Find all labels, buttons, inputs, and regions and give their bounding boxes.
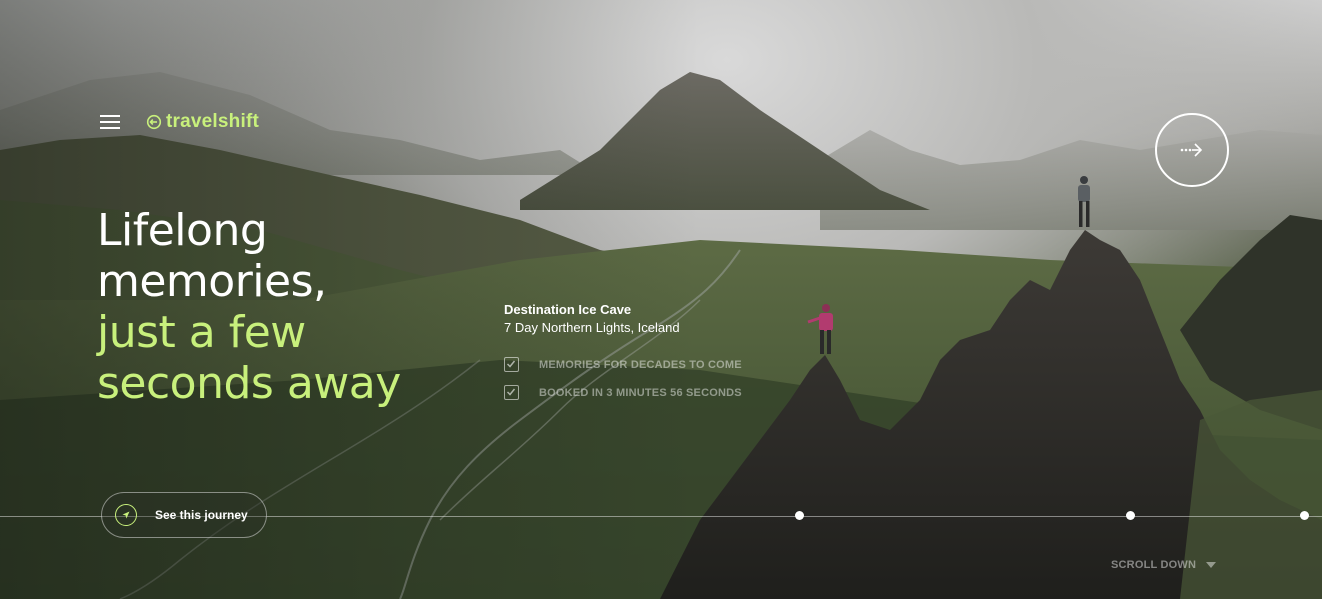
checkbox-icon: [504, 357, 519, 372]
next-slide-button[interactable]: [1155, 113, 1229, 187]
compass-navigation-icon: [115, 504, 137, 526]
hero-section: travelshift Lifelong memories, just a fe…: [0, 0, 1322, 599]
feature-label: MEMORIES FOR DECADES TO COME: [539, 358, 742, 371]
feature-item: MEMORIES FOR DECADES TO COME: [504, 357, 742, 372]
brand-logo[interactable]: travelshift: [146, 110, 259, 134]
destination-title: Destination Ice Cave: [504, 302, 632, 317]
feature-item: BOOKED IN 3 MINUTES 56 SECONDS: [504, 385, 742, 400]
scroll-down-button[interactable]: SCROLL DOWN: [1111, 559, 1217, 571]
timeline-dot[interactable]: [795, 511, 804, 520]
headline-line-4: seconds away: [97, 358, 401, 409]
hero-headline: Lifelong memories, just a few seconds aw…: [97, 205, 517, 409]
caret-down-icon: [1206, 562, 1217, 568]
checkbox-icon: [504, 385, 519, 400]
feature-label: BOOKED IN 3 MINUTES 56 SECONDS: [539, 386, 742, 399]
timeline-dot[interactable]: [1300, 511, 1309, 520]
headline-line-3: just a few: [97, 307, 306, 358]
headline-line-2: memories,: [97, 256, 327, 307]
arrow-circle-icon: [146, 114, 162, 130]
dotted-arrow-right-icon: [1180, 143, 1203, 157]
hamburger-menu-icon[interactable]: [100, 115, 120, 129]
scroll-down-label: SCROLL DOWN: [1111, 559, 1197, 571]
see-journey-button[interactable]: See this journey: [101, 492, 267, 538]
timeline-dot[interactable]: [1126, 511, 1135, 520]
see-journey-label: See this journey: [155, 508, 248, 522]
brand-logo-text: travelshift: [166, 111, 260, 132]
destination-info: Destination Ice Cave 7 Day Northern Ligh…: [504, 301, 680, 338]
destination-subtitle: 7 Day Northern Lights, Iceland: [504, 320, 680, 335]
headline-line-1: Lifelong: [97, 205, 268, 256]
